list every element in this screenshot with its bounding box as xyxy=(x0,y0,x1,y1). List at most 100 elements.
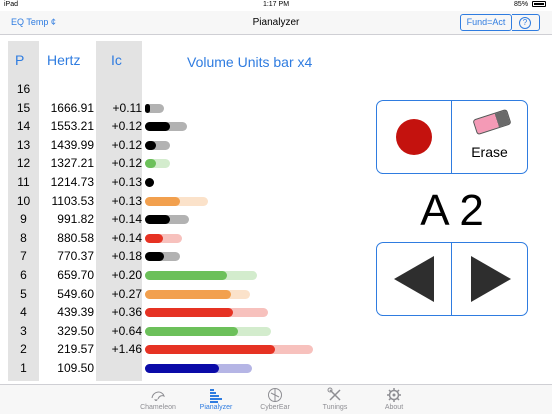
partial-number: 4 xyxy=(20,305,27,320)
record-icon xyxy=(396,119,432,155)
volume-bar xyxy=(145,233,163,243)
table-row: 12 1327.21 +0.12 xyxy=(0,154,320,172)
tab-about[interactable]: About xyxy=(364,387,424,411)
partial-number: 16 xyxy=(16,82,31,96)
table-row: 9 991.82 +0.14 xyxy=(0,210,320,228)
previous-note-button[interactable] xyxy=(377,243,451,315)
battery-icon xyxy=(532,1,546,7)
next-note-button[interactable] xyxy=(451,243,527,315)
frequency-value: 1439.99 xyxy=(50,137,94,152)
partial-number: 9 xyxy=(20,212,27,227)
volume-bar xyxy=(145,178,154,187)
partial-number: 5 xyxy=(20,286,27,301)
table-row: 3 329.50 +0.64 xyxy=(0,322,320,340)
frequency-value: 219.57 xyxy=(57,342,94,357)
frequency-value: 770.37 xyxy=(57,249,94,264)
table-row: 6 659.70 +0.20 xyxy=(0,266,320,284)
partial-number: 11 xyxy=(17,175,30,189)
inharmonicity-value: +0.12 xyxy=(111,119,142,134)
partial-number: 2 xyxy=(20,342,27,357)
partial-number: 7 xyxy=(20,249,27,264)
inharmonicity-value: +0.13 xyxy=(111,193,142,208)
partial-number: 14 xyxy=(16,119,31,134)
tab-chameleon[interactable]: Chameleon xyxy=(128,387,188,411)
frequency-value: 659.70 xyxy=(57,268,94,282)
table-row: 4 439.39 +0.36 xyxy=(0,303,320,321)
inharmonicity-value: +0.27 xyxy=(111,286,142,301)
volume-bar xyxy=(145,140,156,150)
help-button[interactable]: ? xyxy=(512,14,540,31)
battery-indicator: 85% xyxy=(514,1,546,8)
inharmonicity-value: +0.64 xyxy=(111,323,142,338)
table-row: 11 1214.73 +0.13 xyxy=(0,173,320,191)
frequency-value: 549.60 xyxy=(57,286,94,301)
fund-button[interactable]: Fund=Act xyxy=(460,14,512,31)
inharmonicity-value: +0.11 xyxy=(112,100,142,115)
frequency-value: 1103.53 xyxy=(51,193,95,208)
table-row: 16 xyxy=(0,80,320,98)
inharmonicity-value: +0.14 xyxy=(111,230,142,245)
inharmonicity-value: +0.36 xyxy=(111,305,142,320)
inharmonicity-value: +1.46 xyxy=(111,342,142,357)
frequency-value: 1666.91 xyxy=(50,100,94,115)
tab-cyberear[interactable]: CyberEar xyxy=(245,387,305,411)
frequency-value: 329.50 xyxy=(57,323,94,338)
record-button[interactable] xyxy=(377,101,451,173)
header-ic: Ic xyxy=(111,52,122,68)
table-row: 5 549.60 +0.27 xyxy=(0,285,320,303)
status-bar: iPad 1:17 PM 85% xyxy=(0,0,552,11)
bars-icon xyxy=(208,387,224,403)
frequency-value: 1327.21 xyxy=(50,156,94,171)
volume-bar xyxy=(145,252,165,262)
header-hertz: Hertz xyxy=(47,52,81,68)
tab-pianalyzer[interactable]: Pianalyzer xyxy=(186,387,246,411)
table-row: 7 770.37 +0.18 xyxy=(0,247,320,265)
erase-button[interactable]: Erase xyxy=(451,101,527,173)
erase-label: Erase xyxy=(471,144,508,160)
volume-bar xyxy=(145,122,170,132)
volume-bar xyxy=(145,196,180,206)
tab-label: Pianalyzer xyxy=(199,404,233,411)
volume-bar xyxy=(145,308,233,318)
tab-tunings[interactable]: Tunings xyxy=(305,387,365,411)
table-row: 13 1439.99 +0.12 xyxy=(0,136,320,154)
eraser-icon xyxy=(472,108,512,136)
nav-bar: EQ Temp ¢ Pianalyzer Fund=Act ? xyxy=(0,11,552,35)
inharmonicity-value: +0.18 xyxy=(111,249,142,264)
volume-bar xyxy=(145,364,219,373)
partial-number: 10 xyxy=(16,193,31,208)
partial-number: 1 xyxy=(20,361,27,375)
chameleon-icon xyxy=(150,387,166,403)
tab-bar: Chameleon Pianalyzer CyberEar Tunings Ab… xyxy=(0,384,552,414)
inharmonicity-value: +0.12 xyxy=(111,156,142,171)
note-display: A 2 xyxy=(420,186,484,235)
table-row: 1 109.50 xyxy=(0,359,320,377)
left-triangle-icon xyxy=(394,256,434,302)
volume-bar xyxy=(145,271,228,280)
partial-number: 8 xyxy=(20,230,27,245)
table-row: 10 1103.53 +0.13 xyxy=(0,192,320,210)
gear-icon xyxy=(386,387,402,403)
frequency-value: 439.39 xyxy=(57,305,94,320)
right-triangle-icon xyxy=(471,256,511,302)
frequency-value: 880.58 xyxy=(57,230,94,245)
volume-bar xyxy=(145,215,170,225)
tab-label: Chameleon xyxy=(140,404,176,411)
volume-bar xyxy=(145,345,275,355)
frequency-value: 1214.73 xyxy=(50,175,94,189)
volume-bar xyxy=(145,289,231,299)
partial-number: 12 xyxy=(16,156,31,171)
tools-icon xyxy=(327,387,343,403)
tab-label: About xyxy=(384,404,404,411)
volume-bar xyxy=(145,103,151,113)
volume-units-title: Volume Units bar x4 xyxy=(187,54,313,70)
partial-number: 3 xyxy=(20,323,27,338)
inharmonicity-value: +0.12 xyxy=(111,137,142,152)
tab-label: Tunings xyxy=(322,404,348,411)
table-row: 14 1553.21 +0.12 xyxy=(0,117,320,135)
clock: 1:17 PM xyxy=(262,1,290,8)
tab-label: CyberEar xyxy=(260,404,290,411)
partial-number: 6 xyxy=(20,268,27,282)
table-row: 15 1666.91 +0.11 xyxy=(0,99,320,117)
table-row: 8 880.58 +0.14 xyxy=(0,229,320,247)
